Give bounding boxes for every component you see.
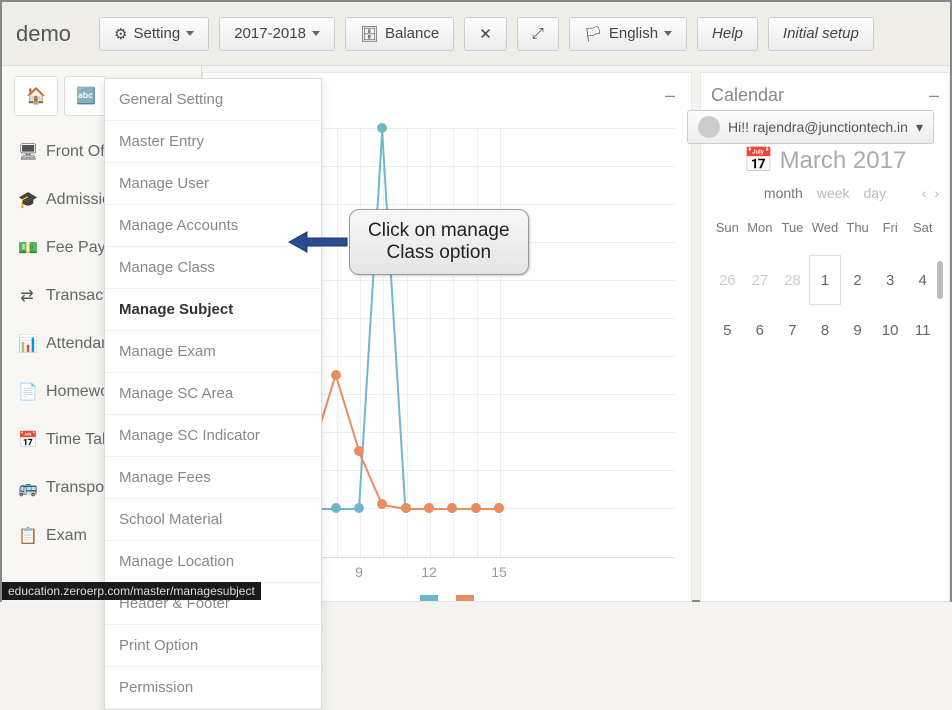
x-tick: 9 [355,564,363,580]
dow: Mon [744,221,777,235]
status-bar: education.zeroerp.com/master/managesubje… [2,582,261,600]
callout-line1: Click on manage [368,220,510,242]
menu-item[interactable]: General Setting [105,79,321,121]
balance-label: Balance [385,25,439,42]
year-label: 2017-2018 [234,25,306,42]
arrow-icon [289,229,349,255]
menu-item[interactable]: Permission [105,667,321,709]
topbar: demo ⚙ Setting 2017-2018 🗄 Balance ✕ ⤢ 🏳… [2,2,950,66]
dow: Fri [874,221,907,235]
home-button[interactable]: 🏠 [14,76,58,116]
calendar-cell[interactable]: 9 [841,305,874,355]
prev-month[interactable]: ‹ [922,185,927,201]
menu-item[interactable]: Manage Fees [105,457,321,499]
expand-button[interactable]: ⤢ [517,17,559,51]
x-tick: 15 [491,564,507,580]
home-icon: 🏠 [26,86,46,106]
month-label: March 2017 [780,147,907,175]
nav-icon: 🚌 [18,478,36,498]
collapse-button[interactable]: – [665,85,675,106]
nav-icon: ⇄ [18,286,36,306]
calendar-cell[interactable]: 27 [744,255,777,305]
next-month[interactable]: › [934,185,939,201]
view-day[interactable]: day [864,185,887,201]
calendar-cell[interactable]: 2 [841,255,874,305]
nav-label: Exam [46,527,87,545]
fullscreen-icon: ✕ [479,25,492,43]
globe-icon: 🏳 [584,25,603,43]
dow: Wed [809,221,842,235]
menu-item[interactable]: Master Entry [105,121,321,163]
nav-icon: 📋 [18,526,36,546]
collapse-button[interactable]: – [929,85,939,106]
setting-menu: General SettingMaster EntryManage User Ma… [104,78,322,710]
help-label: Help [712,25,743,42]
calendar-month: 📅 March 2017 [711,146,939,175]
menu-item[interactable]: Print Option [105,625,321,667]
dow: Sat [906,221,939,235]
calendar-cell[interactable]: 8 [809,305,842,355]
expand-icon: ⤢ [532,25,544,42]
nav-icon: 📊 [18,334,36,354]
view-month[interactable]: month [764,185,803,201]
calendar-cell[interactable]: 7 [776,305,809,355]
calendar-cell[interactable]: 1 [809,255,842,305]
setting-label: Setting [134,25,181,42]
calendar-cell[interactable]: 11 [906,305,939,355]
language-dropdown[interactable]: 🏳 English [569,17,687,51]
nav-icon: 🖥 [18,142,36,162]
dow: Sun [711,221,744,235]
initial-label: Initial setup [783,25,859,42]
calendar-title: Calendar [711,85,784,106]
calendar-cell[interactable]: 5 [711,305,744,355]
callout-line2: Class option [368,242,510,264]
menu-item[interactable]: Manage User [105,163,321,205]
database-icon: 🗄 [360,25,379,43]
caret-icon [664,31,672,36]
user-greeting: Hi!! rajendra@junctiontech.in [728,119,908,135]
calendar-card: Calendar – 📅 March 2017 month week day ‹… [700,72,950,602]
menu-item[interactable]: Manage Subject [105,289,321,331]
setting-dropdown[interactable]: ⚙ Setting [99,17,209,51]
nav-icon: 🎓 [18,190,36,210]
translate-button[interactable]: 🔤 [64,76,108,116]
calendar-cell[interactable]: 10 [874,305,907,355]
menu-item[interactable]: Manage SC Indicator [105,415,321,457]
menu-item[interactable]: Manage Location [105,541,321,583]
menu-item[interactable]: School Material [105,499,321,541]
initial-setup-button[interactable]: Initial setup [768,17,874,51]
calendar-cell[interactable]: 6 [744,305,777,355]
caret-icon [186,31,194,36]
data-point [494,503,504,513]
nav-icon: 💵 [18,238,36,258]
x-tick: 12 [421,564,437,580]
fullscreen-button[interactable]: ✕ [464,17,507,51]
calendar-cell[interactable]: 3 [874,255,907,305]
gear-icon: ⚙ [114,25,127,43]
calendar-cell[interactable]: 28 [776,255,809,305]
calendar-icon: 📅 [744,146,774,175]
caret-icon [312,31,320,36]
view-week[interactable]: week [817,185,850,201]
nav-icon: 📅 [18,430,36,450]
menu-item[interactable]: Manage Exam [105,331,321,373]
calendar-cell[interactable]: 4 [906,255,939,305]
menu-item[interactable]: Manage SC Area [105,373,321,415]
help-button[interactable]: Help [697,17,758,51]
brand: demo [16,21,71,47]
chevron-down-icon: ▾ [916,119,923,136]
language-label: English [609,25,658,42]
balance-button[interactable]: 🗄 Balance [345,17,454,51]
avatar [698,116,720,138]
callout-bubble: Click on manage Class option [349,209,529,275]
year-dropdown[interactable]: 2017-2018 [219,17,335,51]
user-menu[interactable]: Hi!! rajendra@junctiontech.in ▾ [687,110,934,144]
calendar-cell[interactable]: 26 [711,255,744,305]
dow: Thu [841,221,874,235]
nav-icon: 📄 [18,382,36,402]
callout: Click on manage Class option [289,209,529,275]
dow: Tue [776,221,809,235]
translate-icon: 🔤 [76,86,96,106]
legend [420,595,474,601]
